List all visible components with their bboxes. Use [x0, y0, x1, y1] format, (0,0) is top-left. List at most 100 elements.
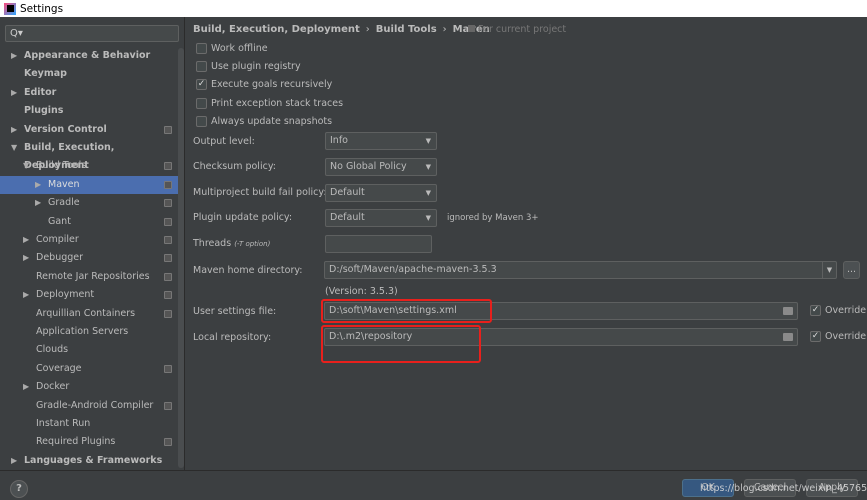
- sidebar-item[interactable]: Application Servers: [0, 323, 178, 341]
- sidebar-item-label: Appearance & Behavior: [24, 50, 151, 61]
- maven-home-select[interactable]: D:/soft/Maven/apache-maven-3.5.3 ▼: [324, 261, 837, 279]
- option-checkbox[interactable]: Work offline: [196, 43, 268, 54]
- override-label: Override: [825, 305, 867, 316]
- override-label: Override: [825, 331, 867, 342]
- output-level-select[interactable]: Info ▼: [325, 132, 437, 150]
- copy-icon: [468, 25, 475, 32]
- browse-maven-home-button[interactable]: ...: [843, 261, 860, 279]
- chevron-right-icon[interactable]: ▶: [23, 231, 29, 249]
- chevron-right-icon[interactable]: ▶: [11, 452, 17, 470]
- sidebar-item-label: Editor: [24, 86, 57, 98]
- sidebar-item[interactable]: ▶ Maven: [0, 175, 178, 194]
- sidebar-item-label: Deployment: [36, 289, 95, 301]
- sidebar-item[interactable]: ▶ Editor: [0, 84, 178, 102]
- chevron-right-icon[interactable]: ▶: [23, 286, 29, 304]
- sidebar-item[interactable]: ▶ Compiler: [0, 231, 178, 249]
- scope-label: For current project: [468, 24, 566, 35]
- sidebar-item-label: Gant: [48, 215, 71, 227]
- sidebar-item[interactable]: ▶ Version Control: [0, 121, 178, 139]
- title-bar: Settings: [0, 0, 867, 17]
- chevron-right-icon[interactable]: ▶: [11, 84, 17, 102]
- sidebar-scrollbar[interactable]: [178, 48, 184, 468]
- window-title: Settings: [20, 2, 64, 15]
- sidebar-item-label: Plugins: [24, 105, 64, 117]
- sidebar-item[interactable]: ▶ Languages & Frameworks: [0, 452, 178, 470]
- chevron-down-icon[interactable]: ▼: [23, 157, 29, 175]
- sidebar-item-label: Maven: [48, 178, 80, 190]
- sidebar-item[interactable]: Gant: [0, 213, 178, 231]
- chevron-down-icon[interactable]: ▼: [11, 139, 17, 157]
- user-settings-override-checkbox[interactable]: ✓ Override: [810, 305, 866, 316]
- sidebar-item[interactable]: ▶ Gradle: [0, 194, 178, 212]
- help-button[interactable]: ?: [10, 480, 28, 498]
- checkbox-checked-icon: ✓: [810, 331, 821, 342]
- sidebar-item-label: Gradle: [48, 197, 80, 209]
- sidebar-item[interactable]: Arquillian Containers: [0, 305, 178, 323]
- sidebar-item-label: Build Tools: [36, 160, 87, 172]
- sidebar-item[interactable]: Clouds: [0, 341, 178, 359]
- chevron-down-icon: ▼: [425, 163, 431, 171]
- chevron-right-icon[interactable]: ▶: [23, 249, 29, 267]
- chevron-right-icon[interactable]: ▶: [35, 176, 41, 194]
- sidebar-item-label: Application Servers: [36, 326, 129, 337]
- checkbox-label: Print exception stack traces: [211, 97, 344, 109]
- multiproject-policy-select[interactable]: Default ▼: [325, 184, 437, 202]
- chevron-right-icon[interactable]: ▶: [23, 378, 29, 396]
- checkbox-label: Always update snapshots: [211, 115, 333, 127]
- folder-icon[interactable]: [783, 333, 793, 341]
- plugin-update-policy-value: Default: [330, 212, 365, 223]
- sidebar-item[interactable]: ▼ Build Tools: [0, 157, 178, 175]
- sidebar-item-label: Arquillian Containers: [36, 307, 136, 319]
- option-checkbox[interactable]: Print exception stack traces: [196, 97, 344, 109]
- local-repository-override-checkbox[interactable]: ✓ Override: [810, 331, 866, 342]
- checksum-policy-select[interactable]: No Global Policy ▼: [325, 158, 437, 176]
- maven-home-value: D:/soft/Maven/apache-maven-3.5.3: [329, 264, 497, 275]
- sidebar-item[interactable]: ▶ Debugger: [0, 249, 178, 267]
- project-scope-icon: [164, 217, 172, 226]
- highlight-box: [321, 325, 481, 363]
- sidebar-item[interactable]: Required Plugins: [0, 433, 178, 451]
- breadcrumb-separator: ›: [365, 24, 370, 35]
- sidebar-item-label: Instant Run: [36, 418, 91, 429]
- plugin-update-policy-select[interactable]: Default ▼: [325, 209, 437, 227]
- project-scope-icon: [164, 125, 172, 134]
- chevron-right-icon[interactable]: ▶: [11, 47, 17, 65]
- footer-divider: [0, 470, 867, 471]
- sidebar-item[interactable]: ▶ Docker: [0, 378, 178, 396]
- sidebar-item[interactable]: ▶ Deployment: [0, 286, 178, 304]
- checkbox-checked-icon: ✓: [196, 79, 207, 91]
- checkbox-icon: [196, 43, 207, 54]
- sidebar-item-label: Clouds: [36, 344, 69, 356]
- checkbox-checked-icon: ✓: [810, 305, 821, 316]
- sidebar-item[interactable]: Plugins: [0, 102, 178, 120]
- threads-input[interactable]: [325, 235, 432, 253]
- option-checkbox[interactable]: ✓ Execute goals recursively: [196, 79, 332, 91]
- sidebar-item[interactable]: Instant Run: [0, 415, 178, 433]
- breadcrumb-item: Build, Execution, Deployment: [193, 24, 360, 35]
- maven-home-label: Maven home directory:: [193, 265, 303, 276]
- plugin-update-policy-label: Plugin update policy:: [193, 212, 293, 223]
- sidebar-item-label: Keymap: [24, 68, 67, 80]
- sidebar-item[interactable]: ▼ Build, Execution, Deployment: [0, 139, 178, 171]
- sidebar-item[interactable]: Coverage: [0, 360, 178, 378]
- folder-icon[interactable]: [783, 307, 793, 315]
- chevron-down-icon: ▼: [822, 262, 836, 278]
- checkbox-label: Work offline: [211, 43, 268, 54]
- option-checkbox[interactable]: Always update snapshots: [196, 115, 333, 127]
- settings-search-input[interactable]: Q▾: [5, 25, 179, 42]
- option-checkbox[interactable]: Use plugin registry: [196, 61, 301, 73]
- project-scope-icon: [164, 364, 172, 373]
- checkbox-icon: [196, 97, 207, 109]
- sidebar-item[interactable]: Remote Jar Repositories: [0, 268, 178, 286]
- sidebar-item[interactable]: Gradle-Android Compiler: [0, 397, 178, 415]
- sidebar-item[interactable]: ▶ Appearance & Behavior: [0, 47, 178, 65]
- sidebar-item-label: Docker: [36, 381, 70, 393]
- chevron-right-icon[interactable]: ▶: [11, 121, 17, 139]
- breadcrumb-separator: ›: [442, 24, 447, 35]
- plugin-update-note: ignored by Maven 3+: [447, 213, 539, 223]
- chevron-right-icon[interactable]: ▶: [35, 194, 41, 212]
- output-level-label: Output level:: [193, 136, 255, 147]
- project-scope-icon: [164, 291, 172, 300]
- sidebar-item[interactable]: Keymap: [0, 65, 178, 83]
- intellij-logo-icon: [4, 2, 16, 15]
